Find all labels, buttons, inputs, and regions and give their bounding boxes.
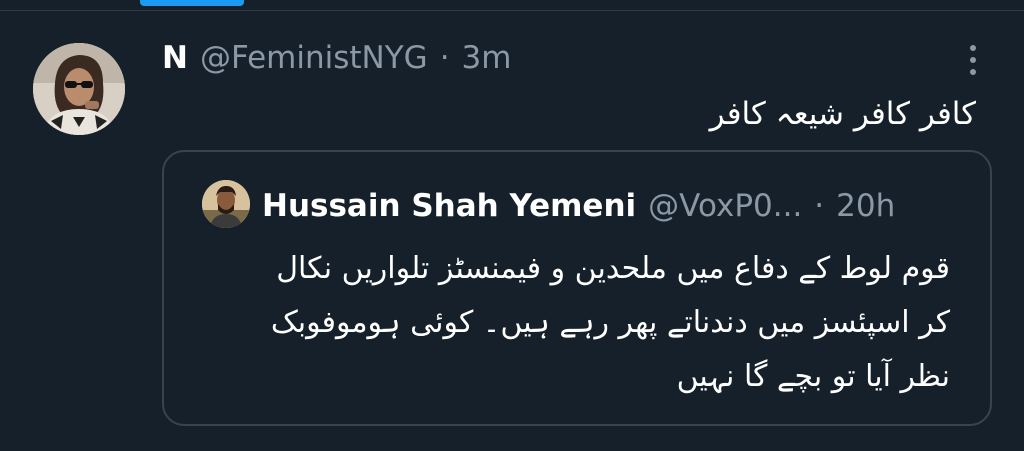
quoted-timestamp[interactable]: 20h bbox=[836, 188, 895, 224]
tweet-text: کافر کافر شیعہ کافر bbox=[709, 96, 976, 132]
top-scroll-indicator bbox=[140, 0, 244, 6]
quoted-user-avatar[interactable] bbox=[202, 180, 250, 228]
quoted-display-name[interactable]: Hussain Shah Yemeni bbox=[262, 188, 636, 224]
quoted-tweet-card[interactable]: Hussain Shah Yemeni @VoxP0... · 20h قوم … bbox=[162, 150, 992, 426]
avatar-image bbox=[33, 43, 125, 135]
more-vertical-icon[interactable] bbox=[961, 40, 985, 80]
separator-dot: · bbox=[439, 40, 450, 76]
quoted-text-line: قوم لوط کے دفاع میں ملحدین و فیمنسٹز تلو… bbox=[276, 251, 950, 286]
quoted-text-line: نظر آیا تو بچے گا نہیں bbox=[676, 359, 950, 394]
quoted-tweet-header: Hussain Shah Yemeni @VoxP0... · 20h bbox=[262, 184, 895, 228]
top-divider bbox=[0, 10, 1024, 11]
display-name[interactable]: N bbox=[162, 40, 188, 76]
avatar[interactable] bbox=[33, 43, 125, 135]
timestamp[interactable]: 3m bbox=[462, 40, 512, 76]
quoted-user-handle[interactable]: @VoxP0... bbox=[648, 188, 802, 224]
user-handle[interactable]: @FeministNYG bbox=[200, 40, 428, 76]
quoted-text-line: کر اسپئسز میں دندناتے پھر رہے ہیں۔ کوئی … bbox=[270, 305, 950, 340]
quoted-tweet-text: قوم لوط کے دفاع میں ملحدین و فیمنسٹز تلو… bbox=[190, 242, 950, 404]
quoted-separator-dot: · bbox=[814, 188, 825, 224]
tweet-header: N @FeministNYG · 3m bbox=[162, 36, 511, 80]
quoted-avatar-image bbox=[202, 180, 250, 228]
